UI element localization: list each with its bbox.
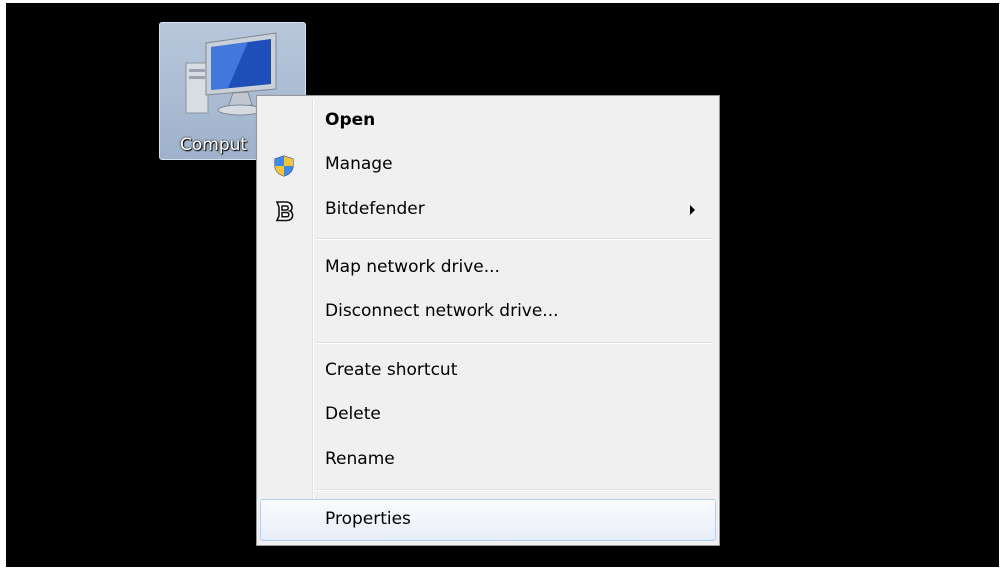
- menu-item-label: Delete: [325, 404, 381, 424]
- uac-shield-icon: [274, 155, 294, 177]
- context-menu: Open Manage Bitdefender Map network driv…: [256, 95, 720, 546]
- menu-item-disconnect-network-drive[interactable]: Disconnect network drive...: [260, 291, 716, 333]
- menu-item-map-network-drive[interactable]: Map network drive...: [260, 247, 716, 289]
- menu-item-label: Rename: [325, 449, 395, 469]
- menu-item-open[interactable]: Open: [260, 100, 716, 142]
- menu-item-bitdefender[interactable]: Bitdefender: [260, 189, 716, 231]
- menu-separator: [315, 238, 713, 240]
- menu-separator: [315, 342, 713, 344]
- submenu-arrow-icon: [690, 205, 695, 215]
- menu-item-label: Manage: [325, 154, 393, 174]
- menu-item-properties[interactable]: Properties: [260, 499, 716, 541]
- menu-item-manage[interactable]: Manage: [260, 144, 716, 186]
- menu-item-label: Map network drive...: [325, 257, 500, 277]
- menu-separator: [315, 489, 713, 491]
- menu-item-label: Disconnect network drive...: [325, 301, 559, 321]
- menu-item-label: Properties: [325, 509, 411, 529]
- menu-item-label: Open: [325, 110, 376, 130]
- desktop-icon-label: Comput: [180, 135, 248, 155]
- menu-item-delete[interactable]: Delete: [260, 394, 716, 436]
- menu-item-rename[interactable]: Rename: [260, 439, 716, 481]
- bitdefender-icon: [275, 201, 294, 222]
- menu-item-label: Bitdefender: [325, 199, 425, 219]
- menu-item-label: Create shortcut: [325, 360, 458, 380]
- menu-item-create-shortcut[interactable]: Create shortcut: [260, 350, 716, 392]
